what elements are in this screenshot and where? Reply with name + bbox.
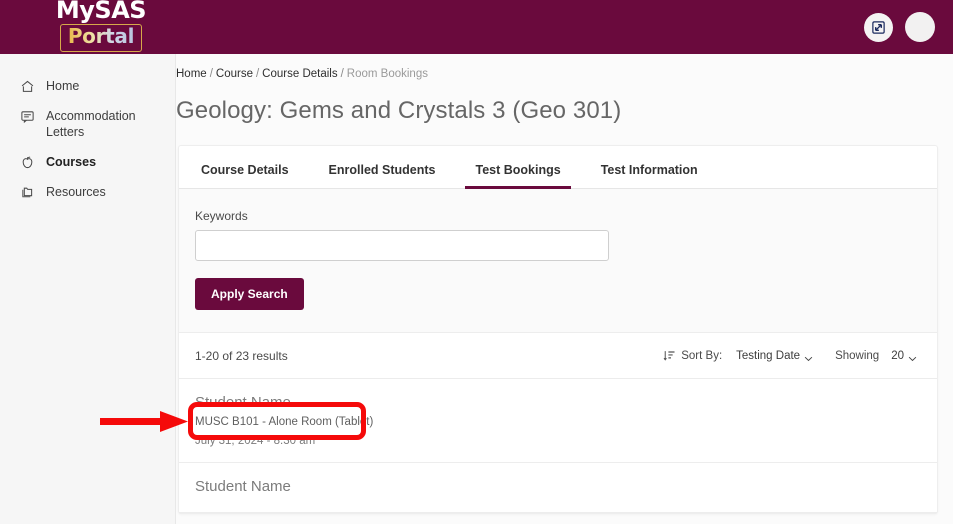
tab-course-details[interactable]: Course Details — [191, 163, 299, 188]
sidebar-item-courses[interactable]: Courses — [0, 147, 175, 177]
logo-secondary-box: Portal — [59, 24, 143, 52]
main-content: Home / Course / Course Details / Room Bookings… — [176, 54, 953, 524]
folder-icon — [20, 185, 35, 200]
sidebar-item-accommodation-letters[interactable]: Accommodation Letters — [0, 101, 175, 147]
sidebar-nav: Home Accommodation Letters Courses Resou… — [0, 54, 176, 524]
tab-test-bookings[interactable]: Test Bookings — [465, 163, 571, 189]
sidebar-item-resources[interactable]: Resources — [0, 177, 175, 207]
sort-icon — [663, 349, 676, 362]
logo-secondary-text: Portal — [67, 24, 135, 48]
avatar[interactable] — [905, 12, 935, 42]
breadcrumb-course[interactable]: Course — [216, 68, 253, 80]
breadcrumb-course-details[interactable]: Course Details — [262, 68, 337, 80]
showing-dropdown[interactable]: 20 — [891, 350, 917, 362]
search-input[interactable] — [195, 230, 609, 261]
student-name[interactable]: Student Name — [195, 393, 921, 413]
annotation-arrow-icon — [100, 411, 188, 432]
showing-label: Showing — [835, 349, 880, 362]
expand-arrows-icon[interactable] — [864, 12, 893, 42]
header-actions — [864, 12, 935, 42]
breadcrumb-current: Room Bookings — [346, 68, 428, 80]
sidebar-item-label: Home — [46, 79, 80, 93]
apple-icon — [20, 155, 35, 170]
breadcrumb: Home / Course / Course Details / Room Bookings — [176, 54, 953, 80]
sidebar-item-label: Courses — [46, 155, 97, 169]
page-title: Geology: Gems and Crystals 3 (Geo 301) — [176, 97, 622, 124]
booking-datetime: July 31, 2024 - 8:30 am — [195, 435, 316, 447]
breadcrumb-separator: / — [255, 68, 260, 80]
chevron-down-icon — [804, 353, 813, 361]
sidebar-item-label: Resources — [46, 185, 106, 199]
app-logo[interactable]: MySAS Portal — [49, 0, 153, 52]
keywords-label: Keywords — [195, 209, 248, 223]
booking-room: MUSC B101 - Alone Room (Tablet) — [195, 416, 374, 428]
showing-value: 20 — [891, 349, 904, 362]
apply-search-button[interactable]: Apply Search — [195, 278, 304, 310]
tab-enrolled-students[interactable]: Enrolled Students — [319, 163, 446, 188]
results-toolbar: 1-20 of 23 results Sort By: Testing Date — [179, 333, 937, 379]
student-name[interactable]: Student Name — [195, 477, 921, 497]
sidebar-item-label: Accommodation Letters — [46, 109, 136, 139]
logo-primary-text: MySAS — [55, 0, 147, 24]
home-icon — [20, 79, 35, 94]
tab-bar: Course Details Enrolled Students Test Bo… — [179, 146, 937, 189]
tab-test-information[interactable]: Test Information — [591, 163, 708, 188]
app-header: MySAS Portal — [0, 0, 953, 54]
results-controls: Sort By: Testing Date Showing 20 — [663, 349, 917, 362]
search-panel: Keywords Apply Search — [179, 189, 937, 333]
letter-icon — [20, 109, 35, 124]
test-bookings-card: Course Details Enrolled Students Test Bo… — [178, 145, 938, 514]
sort-by-dropdown[interactable]: Testing Date — [736, 350, 813, 362]
sort-by-value: Testing Date — [736, 349, 801, 362]
booking-row[interactable]: Student Name — [179, 463, 937, 513]
breadcrumb-home[interactable]: Home — [176, 68, 207, 80]
chevron-down-icon — [908, 353, 917, 361]
sidebar-item-home[interactable]: Home — [0, 71, 175, 101]
booking-row[interactable]: Student Name MUSC B101 - Alone Room (Tab… — [179, 379, 937, 463]
results-count: 1-20 of 23 results — [195, 348, 288, 363]
breadcrumb-separator: / — [340, 68, 344, 80]
sort-by-label: Sort By: — [681, 349, 723, 362]
breadcrumb-separator: / — [209, 68, 213, 80]
